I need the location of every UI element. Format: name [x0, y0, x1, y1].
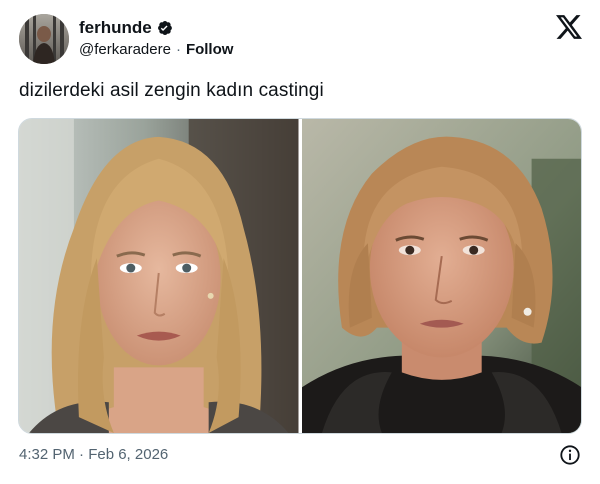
follow-button[interactable]: Follow [186, 41, 234, 58]
tweet-media-grid[interactable] [18, 118, 582, 434]
info-icon[interactable] [559, 444, 581, 466]
media-photo-right[interactable] [301, 119, 581, 433]
photo-blonde-woman-icon [19, 119, 299, 433]
verified-badge-icon [157, 21, 172, 35]
author-handle[interactable]: @ferkaradere [79, 41, 171, 58]
tweet-embed-card: ferhunde @ferkaradere · Follow dizilerde… [0, 0, 600, 484]
author-avatar[interactable] [19, 14, 69, 64]
author-name-row[interactable]: ferhunde [79, 18, 174, 38]
handle-separator: · [175, 41, 181, 58]
author-display-name[interactable]: ferhunde [79, 18, 152, 38]
photo-older-woman-icon [301, 119, 581, 433]
tweet-timestamp[interactable]: 4:32 PM · Feb 6, 2026 [19, 446, 168, 463]
tweet-text: dizilerdeki asil zengin kadın castingi [19, 80, 324, 101]
x-logo-icon[interactable] [556, 15, 582, 39]
author-handle-row: @ferkaradere · Follow [79, 41, 233, 58]
avatar-image-icon [19, 14, 69, 64]
media-photo-left[interactable] [19, 119, 299, 433]
